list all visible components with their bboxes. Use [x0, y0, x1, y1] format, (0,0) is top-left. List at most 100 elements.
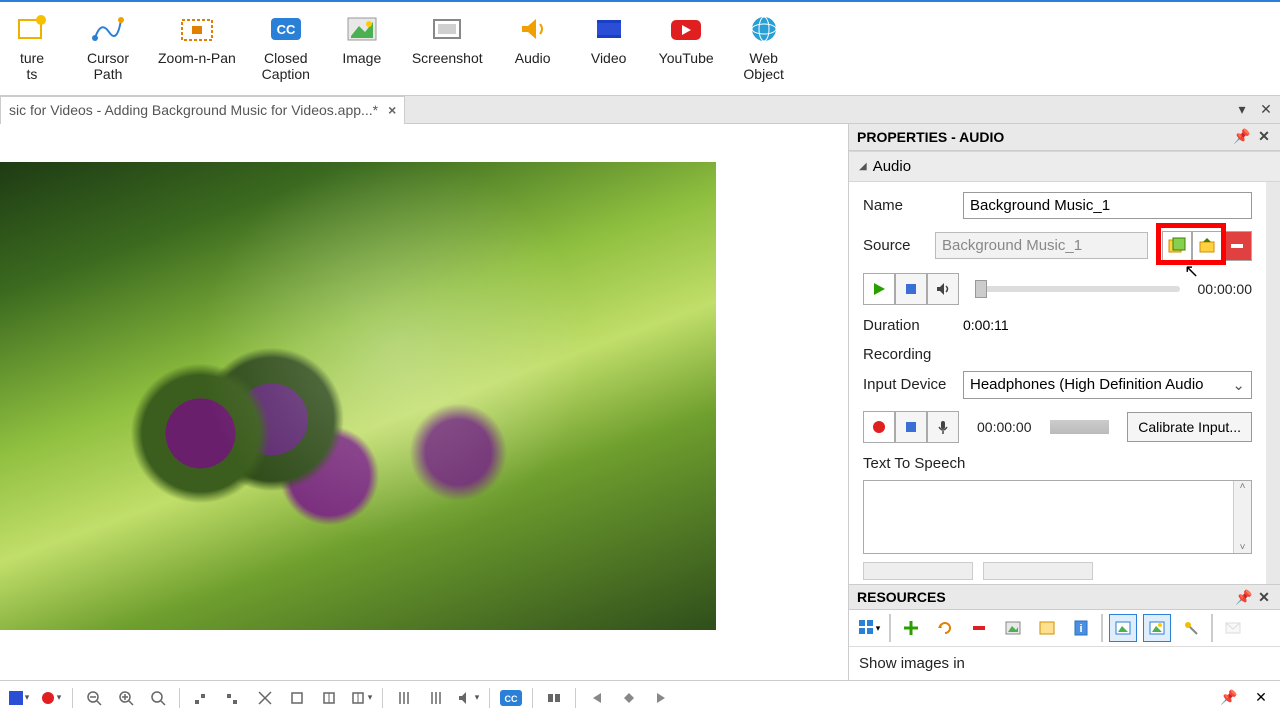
tabs-close-all-icon[interactable]: ✕: [1258, 102, 1274, 118]
properties-title: PROPERTIES - AUDIO: [857, 129, 1004, 145]
source-import-button[interactable]: [1192, 231, 1222, 261]
tl-cut-button[interactable]: [252, 685, 278, 711]
tl-next-button[interactable]: [648, 685, 674, 711]
record-controls: [863, 411, 959, 443]
record-time: 00:00:00: [977, 419, 1032, 435]
res-tool-button[interactable]: [1177, 614, 1205, 642]
name-label: Name: [863, 197, 953, 214]
play-time: 00:00:00: [1198, 281, 1253, 297]
tl-marker2-button[interactable]: [423, 685, 449, 711]
tl-prev-button[interactable]: [584, 685, 610, 711]
tl-ins2-button[interactable]: ▾: [348, 685, 374, 711]
res-add-button[interactable]: [897, 614, 925, 642]
properties-body: Name Source ↖: [849, 182, 1280, 584]
stop-button[interactable]: [895, 273, 927, 305]
play-controls: [863, 273, 959, 305]
tl-pin-button[interactable]: 📌: [1216, 685, 1242, 711]
canvas[interactable]: [0, 124, 848, 680]
ribbon-image-label: Image: [342, 50, 381, 66]
ribbon-web-object[interactable]: WebObject: [732, 8, 796, 84]
resources-pin-icon[interactable]: 📌: [1236, 589, 1252, 605]
tl-stop-button[interactable]: ▾: [6, 685, 32, 711]
tl-arrange-button[interactable]: [541, 685, 567, 711]
tts-label: Text To Speech: [863, 455, 1252, 472]
res-img1-button[interactable]: [999, 614, 1027, 642]
volume-button[interactable]: [927, 273, 959, 305]
play-button[interactable]: [863, 273, 895, 305]
tl-marker1-button[interactable]: [391, 685, 417, 711]
duration-value: 0:00:11: [963, 317, 1009, 333]
ribbon: turets CursorPath Zoom-n-Pan CC ClosedCa…: [0, 0, 1280, 96]
collapse-triangle-icon: ◢: [859, 161, 867, 172]
mic-button[interactable]: [927, 411, 959, 443]
ribbon-screenshot-label: Screenshot: [412, 50, 483, 66]
ribbon-screenshot[interactable]: Screenshot: [406, 8, 489, 68]
record-stop-button[interactable]: [895, 411, 927, 443]
ribbon-closed-caption[interactable]: CC ClosedCaption: [254, 8, 318, 84]
tabs-dropdown-icon[interactable]: ▾: [1234, 102, 1250, 118]
res-refresh-button[interactable]: [931, 614, 959, 642]
tab-close-icon[interactable]: ×: [388, 102, 396, 118]
ribbon-web-object-label: WebObject: [743, 50, 783, 82]
tl-snap-end-button[interactable]: [220, 685, 246, 711]
ribbon-zoom-pan[interactable]: Zoom-n-Pan: [152, 8, 242, 68]
globe-icon: [738, 10, 790, 48]
capture-icon: [6, 10, 58, 48]
source-browse-button[interactable]: [1162, 231, 1192, 261]
separator: [575, 688, 576, 708]
tts-scrollbar[interactable]: ˄˅: [1233, 481, 1251, 553]
separator: [179, 688, 180, 708]
ribbon-audio[interactable]: Audio: [501, 8, 565, 68]
tl-audio-button[interactable]: ▾: [455, 685, 481, 711]
tl-close-button[interactable]: ✕: [1248, 685, 1274, 711]
properties-close-icon[interactable]: ✕: [1256, 129, 1272, 145]
play-slider[interactable]: [977, 286, 1180, 292]
tl-keyframe-button[interactable]: [616, 685, 642, 711]
tts-box: ˄˅: [863, 480, 1252, 554]
cc-icon: CC: [260, 10, 312, 48]
document-tab-title: sic for Videos - Adding Background Music…: [9, 102, 378, 118]
ribbon-cursor-path[interactable]: CursorPath: [76, 8, 140, 84]
tl-ins-button[interactable]: [316, 685, 342, 711]
res-view-grid-button[interactable]: ▾: [855, 614, 883, 642]
res-thumb2-button[interactable]: [1143, 614, 1171, 642]
slider-thumb-icon[interactable]: [975, 280, 987, 298]
res-info-button[interactable]: i: [1067, 614, 1095, 642]
ribbon-zoom-pan-label: Zoom-n-Pan: [158, 50, 236, 66]
ribbon-video[interactable]: Video: [577, 8, 641, 68]
tl-record-button[interactable]: ▾: [38, 685, 64, 711]
video-icon: [583, 10, 635, 48]
tl-cc-button[interactable]: CC: [498, 685, 524, 711]
calibrate-button[interactable]: Calibrate Input...: [1127, 412, 1252, 442]
ribbon-image[interactable]: Image: [330, 8, 394, 68]
tts-btn-1[interactable]: [863, 562, 973, 580]
separator: [1211, 614, 1213, 642]
ribbon-capture[interactable]: turets: [0, 8, 64, 84]
tts-buttons: [863, 562, 1252, 580]
ribbon-cc-label: ClosedCaption: [262, 50, 310, 82]
audio-section-header[interactable]: ◢ Audio: [849, 151, 1280, 182]
res-mail-button: [1219, 614, 1247, 642]
input-device-select[interactable]: Headphones (High Definition Audio ⌄: [963, 371, 1252, 399]
res-delete-button[interactable]: [965, 614, 993, 642]
main-area: PROPERTIES - AUDIO 📌 ✕ ◢ Audio Name Sour…: [0, 124, 1280, 680]
properties-pin-icon[interactable]: 📌: [1234, 129, 1250, 145]
tl-snap-start-button[interactable]: [188, 685, 214, 711]
res-thumb1-button[interactable]: [1109, 614, 1137, 642]
resources-body: Show images in: [849, 647, 1280, 680]
separator: [1101, 614, 1103, 642]
tl-zoom-out-button[interactable]: [81, 685, 107, 711]
res-img2-button[interactable]: [1033, 614, 1061, 642]
youtube-icon: [660, 10, 712, 48]
name-input[interactable]: [963, 192, 1252, 219]
tl-del-button[interactable]: [284, 685, 310, 711]
tl-zoom-in-button[interactable]: [113, 685, 139, 711]
tts-btn-2[interactable]: [983, 562, 1093, 580]
source-remove-button[interactable]: [1222, 231, 1252, 261]
tts-textarea[interactable]: [864, 481, 1233, 553]
tl-zoom-fit-button[interactable]: [145, 685, 171, 711]
resources-close-icon[interactable]: ✕: [1256, 589, 1272, 605]
ribbon-youtube[interactable]: YouTube: [653, 8, 720, 68]
record-button[interactable]: [863, 411, 895, 443]
document-tab[interactable]: sic for Videos - Adding Background Music…: [0, 96, 405, 124]
